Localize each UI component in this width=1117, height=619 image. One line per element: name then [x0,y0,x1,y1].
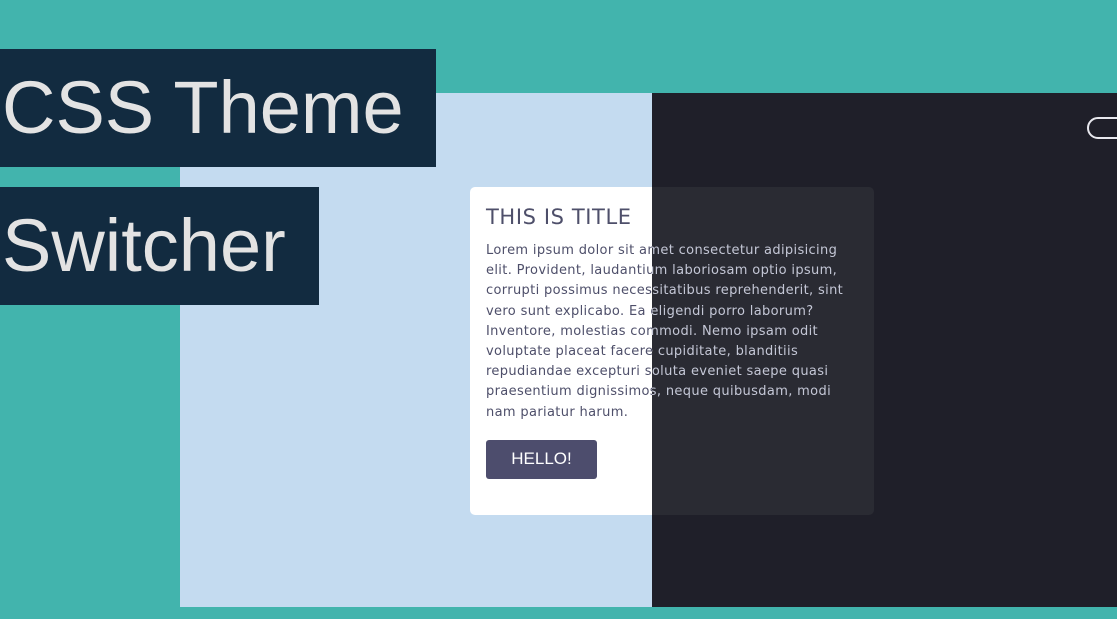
headline-line-2: Switcher [0,187,319,305]
card-body-text-dark: Lorem ipsum dolor sit amet consectetur a… [652,243,844,400]
content-card-dark: THIS IS TITLE Lorem ipsum dolor sit amet… [652,187,874,515]
card-body-text: Lorem ipsum dolor sit amet consectetur a… [486,243,652,420]
dark-card-view: THIS IS TITLE Lorem ipsum dolor sit amet… [652,93,1117,607]
card-title-dark: THIS IS TITLE [652,203,858,231]
theme-preview: THIS IS TITLE Lorem ipsum dolor sit amet… [180,93,1117,607]
headline-line-1: CSS Theme [0,49,436,167]
hello-button[interactable]: HELLO! [486,439,597,479]
content-card-light: THIS IS TITLE Lorem ipsum dolor sit amet… [470,187,652,515]
card-title: THIS IS TITLE [486,205,632,229]
light-card-view: THIS IS TITLE Lorem ipsum dolor sit amet… [180,93,652,607]
theme-toggle-switch[interactable] [1087,117,1117,139]
